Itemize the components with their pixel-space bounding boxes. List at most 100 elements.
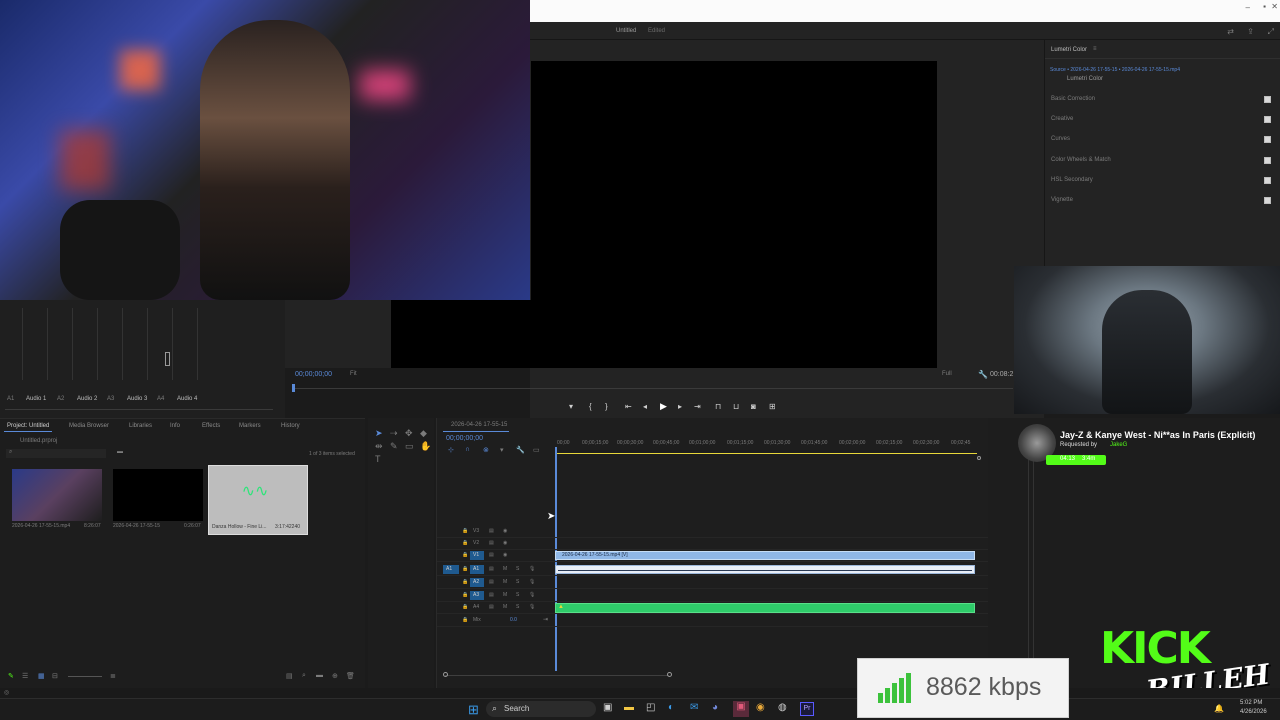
media-thumbnail[interactable] xyxy=(12,469,102,521)
premiere-pro-icon[interactable]: Pr xyxy=(800,702,814,716)
type-tool-icon[interactable]: T xyxy=(375,454,381,464)
microphone-icon[interactable]: 🎙 xyxy=(529,604,535,610)
scroll-handle-right[interactable] xyxy=(667,672,672,677)
comparison-view-icon[interactable]: ⊞ xyxy=(769,402,776,411)
tab-libraries[interactable]: Libraries xyxy=(129,423,152,429)
tab-history[interactable]: History xyxy=(281,423,300,429)
app-icon[interactable]: ▣ xyxy=(733,701,749,717)
selection-tool-icon[interactable]: ➤ xyxy=(375,428,383,439)
tab-media-browser[interactable]: Media Browser xyxy=(69,423,109,429)
eye-icon[interactable]: ◉ xyxy=(503,540,507,546)
timeline-settings-icon[interactable]: 🔧 xyxy=(516,446,525,454)
lock-icon[interactable]: 🔒 xyxy=(462,592,468,598)
list-view-icon[interactable]: ☰ xyxy=(22,672,28,680)
mute-button[interactable]: M xyxy=(503,579,507,585)
slip-tool-icon[interactable]: ⇹ xyxy=(375,441,383,452)
mail-icon[interactable]: ✉ xyxy=(690,702,698,713)
project-search-input[interactable]: ⌕ xyxy=(6,449,106,458)
checkbox[interactable] xyxy=(1264,197,1271,204)
timeline-timecode[interactable]: 00;00;00;00 xyxy=(446,435,483,442)
music-clip[interactable]: ▲ xyxy=(555,603,975,613)
find-icon[interactable]: ⌕ xyxy=(302,672,306,680)
step-forward-icon[interactable]: ▸ xyxy=(678,402,682,411)
mute-button[interactable]: M xyxy=(503,604,507,610)
zoom-slider[interactable] xyxy=(68,676,102,677)
discord-icon[interactable]: ◕ xyxy=(712,702,718,713)
clock-time[interactable]: 5:02 PM xyxy=(1240,700,1262,706)
microphone-icon[interactable]: 🎙 xyxy=(529,566,535,572)
sort-icon[interactable]: ≣ xyxy=(110,672,116,680)
video-clip[interactable]: 2026-04-26 17-55-15.mp4 [V] xyxy=(555,551,975,560)
step-back-icon[interactable]: ◂ xyxy=(643,402,647,411)
audio-clip[interactable] xyxy=(555,565,975,574)
workspaces-icon[interactable]: ⇄ xyxy=(1227,27,1234,36)
lock-icon[interactable]: 🔒 xyxy=(462,566,468,572)
linked-selection-icon[interactable]: ⊗ xyxy=(483,446,489,454)
mix-end-icon[interactable]: ⇥ xyxy=(543,616,548,623)
file-explorer-icon[interactable]: ▬ xyxy=(624,702,634,713)
solo-button[interactable]: S xyxy=(516,592,519,598)
sync-icon[interactable]: ▤ xyxy=(489,592,494,598)
mixer-scrollbar[interactable] xyxy=(5,409,273,410)
scroll-handle-left[interactable] xyxy=(443,672,448,677)
snap-icon[interactable]: ∩ xyxy=(465,446,470,453)
chrome-icon[interactable]: ◉ xyxy=(756,702,765,713)
sync-icon[interactable]: ▤ xyxy=(489,552,494,558)
fullscreen-icon[interactable]: ⤢ xyxy=(1268,27,1274,37)
mark-out-icon[interactable]: } xyxy=(605,402,608,411)
track-height-handle[interactable] xyxy=(977,456,981,460)
icon-view-icon[interactable]: ▦ xyxy=(38,672,45,680)
section-basic-correction[interactable]: Basic Correction xyxy=(1051,92,1271,108)
export-frame-icon[interactable]: ◙ xyxy=(751,402,756,411)
work-area-bar[interactable] xyxy=(555,453,977,454)
tab-project[interactable]: Project: Untitled xyxy=(7,423,49,429)
sync-icon[interactable]: ▤ xyxy=(489,579,494,585)
pencil-icon[interactable]: ✎ xyxy=(8,672,14,680)
microphone-icon[interactable]: 🎙 xyxy=(529,592,535,598)
track-select-icon[interactable]: ⇢ xyxy=(390,428,398,439)
media-thumbnail[interactable] xyxy=(113,469,203,521)
automate-icon[interactable]: ▤ xyxy=(286,672,293,680)
mix-value[interactable]: 0.0 xyxy=(510,617,517,623)
section-creative[interactable]: Creative xyxy=(1051,112,1271,128)
section-vignette[interactable]: Vignette xyxy=(1051,193,1271,209)
sync-icon[interactable]: ▤ xyxy=(489,540,494,546)
go-to-out-icon[interactable]: ⇥ xyxy=(694,402,701,411)
mark-in-icon[interactable]: { xyxy=(589,402,592,411)
lift-icon[interactable]: ⊓ xyxy=(715,402,721,411)
lock-icon[interactable]: 🔒 xyxy=(462,579,468,585)
solo-button[interactable]: S xyxy=(516,579,519,585)
section-hsl-secondary[interactable]: HSL Secondary xyxy=(1051,173,1271,189)
eye-icon[interactable]: ◉ xyxy=(503,528,507,534)
marker-icon[interactable]: ▾ xyxy=(500,446,504,454)
hand-tool-icon[interactable]: ✋ xyxy=(420,441,431,452)
minimize-icon[interactable]: – xyxy=(1246,3,1250,12)
lock-icon[interactable]: 🔒 xyxy=(462,604,468,610)
checkbox[interactable] xyxy=(1264,177,1271,184)
taskbar-search[interactable]: ⌕ Search xyxy=(486,701,596,717)
tab-info[interactable]: Info xyxy=(170,423,180,429)
rectangle-tool-icon[interactable]: ▭ xyxy=(405,441,414,452)
lock-icon[interactable]: 🔒 xyxy=(462,552,468,558)
checkbox[interactable] xyxy=(1264,157,1271,164)
mute-button[interactable]: M xyxy=(503,566,507,572)
lumetri-tab[interactable]: Lumetri Color xyxy=(1051,47,1087,53)
section-curves[interactable]: Curves xyxy=(1051,132,1271,148)
ripple-edit-icon[interactable]: ✥ xyxy=(405,428,413,439)
sync-icon[interactable]: ▤ xyxy=(489,566,494,572)
section-color-wheels[interactable]: Color Wheels & Match xyxy=(1051,153,1271,169)
lock-icon[interactable]: 🔒 xyxy=(462,528,468,534)
checkbox[interactable] xyxy=(1264,96,1271,103)
clock-date[interactable]: 4/26/2026 xyxy=(1240,709,1267,715)
microphone-icon[interactable]: 🎙 xyxy=(529,579,535,585)
fit-dropdown[interactable]: Fit xyxy=(350,371,357,377)
solo-button[interactable]: S xyxy=(516,566,519,572)
pen-tool-icon[interactable]: ✎ xyxy=(390,441,398,452)
checkbox[interactable] xyxy=(1264,136,1271,143)
lock-icon[interactable]: 🔒 xyxy=(462,617,468,623)
wrench-icon[interactable]: 🔧 xyxy=(978,370,988,379)
share-icon[interactable]: ⇪ xyxy=(1247,27,1254,36)
mute-button[interactable]: M xyxy=(503,592,507,598)
timeline-scrollbar[interactable] xyxy=(445,675,669,676)
lock-icon[interactable]: 🔒 xyxy=(462,540,468,546)
